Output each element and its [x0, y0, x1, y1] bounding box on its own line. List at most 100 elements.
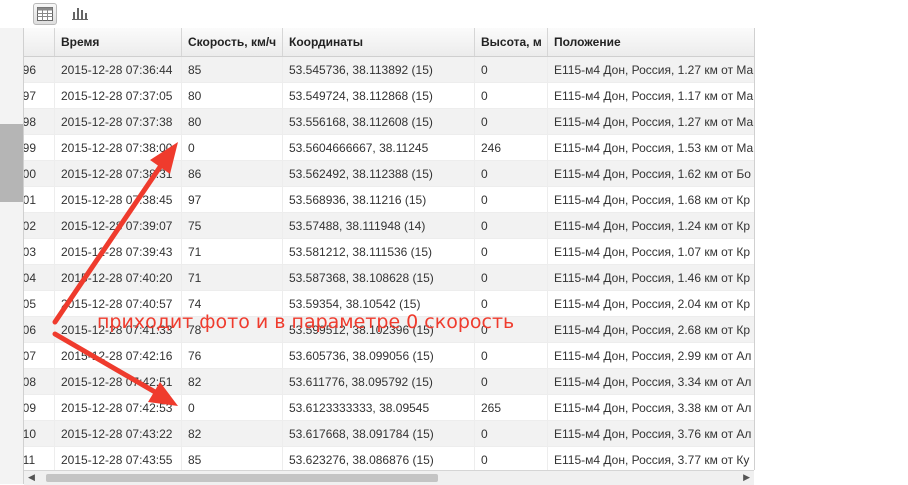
header-index[interactable]: [24, 28, 55, 56]
cell-index: 598: [24, 109, 55, 135]
cell-altitude: 0: [475, 239, 548, 265]
cell-altitude: 0: [475, 161, 548, 187]
cell-altitude: 0: [475, 343, 548, 369]
header-location[interactable]: Положение: [548, 28, 754, 56]
cell-index: 608: [24, 369, 55, 395]
cell-altitude: 0: [475, 109, 548, 135]
cell-index: 600: [24, 161, 55, 187]
table-row[interactable]: 6112015-12-28 07:43:558553.623276, 38.08…: [24, 447, 754, 470]
cell-time: 2015-12-28 07:43:22: [55, 421, 182, 447]
cell-speed: 75: [182, 213, 283, 239]
annotation-text: приходит фото и в параметре 0 скорость: [97, 311, 515, 333]
table-row[interactable]: 6102015-12-28 07:43:228253.617668, 38.09…: [24, 421, 754, 447]
cell-index: 601: [24, 187, 55, 213]
cell-speed: 0: [182, 395, 283, 421]
scroll-left-icon[interactable]: ◀: [28, 472, 35, 483]
horizontal-scrollbar[interactable]: ◀ ▶: [24, 470, 754, 485]
header-speed[interactable]: Скорость, км/ч: [182, 28, 283, 56]
cell-coordinates: 53.605736, 38.099056 (15): [283, 343, 475, 369]
cell-speed: 80: [182, 83, 283, 109]
cell-location: E115-м4 Дон, Россия, 1.17 км от Ма: [554, 89, 754, 103]
cell-location: E115-м4 Дон, Россия, 2.99 км от Ал: [554, 349, 752, 363]
cell-altitude: 0: [475, 213, 548, 239]
scrollbar-thumb[interactable]: [46, 474, 438, 482]
cell-index: 605: [24, 291, 55, 317]
cell-time: 2015-12-28 07:42:16: [55, 343, 182, 369]
table-row[interactable]: 5972015-12-28 07:37:058053.549724, 38.11…: [24, 83, 754, 109]
cell-index: 610: [24, 421, 55, 447]
cell-speed: 97: [182, 187, 283, 213]
cell-speed: 86: [182, 161, 283, 187]
cell-location: E115-м4 Дон, Россия, 1.07 км от Кр: [554, 245, 751, 259]
cell-location: E115-м4 Дон, Россия, 1.27 км от Ма: [554, 115, 754, 129]
cell-time: 2015-12-28 07:42:51: [55, 369, 182, 395]
cell-location: E115-м4 Дон, Россия, 3.38 км от Ал: [554, 401, 752, 415]
scroll-right-icon[interactable]: ▶: [743, 472, 750, 483]
chart-view-button[interactable]: [69, 3, 91, 23]
header-altitude[interactable]: Высота, м: [475, 28, 548, 56]
cell-location: E115-м4 Дон, Россия, 1.68 км от Кр: [554, 193, 751, 207]
cell-speed: 0: [182, 135, 283, 161]
cell-speed: 71: [182, 239, 283, 265]
table-row[interactable]: 6072015-12-28 07:42:167653.605736, 38.09…: [24, 343, 754, 369]
cell-speed: 76: [182, 343, 283, 369]
cell-coordinates: 53.562492, 38.112388 (15): [283, 161, 475, 187]
cell-coordinates: 53.57488, 38.111948 (14): [283, 213, 475, 239]
cell-speed: 82: [182, 421, 283, 447]
cell-index: 604: [24, 265, 55, 291]
cell-index: 609: [24, 395, 55, 421]
cell-time: 2015-12-28 07:43:55: [55, 447, 182, 470]
cell-location: E115-м4 Дон, Россия, 1.53 км от Ма: [554, 141, 754, 155]
table-row[interactable]: 6092015-12-28 07:42:53053.6123333333, 38…: [24, 395, 754, 421]
cell-coordinates: 53.6123333333, 38.09545: [283, 395, 475, 421]
cell-index: 596: [24, 57, 55, 83]
cell-time: 2015-12-28 07:42:53: [55, 395, 182, 421]
cell-time: 2015-12-28 07:38:45: [55, 187, 182, 213]
cell-time: 2015-12-28 07:39:43: [55, 239, 182, 265]
cell-coordinates: 53.549724, 38.112868 (15): [283, 83, 475, 109]
table-row[interactable]: 6082015-12-28 07:42:518253.611776, 38.09…: [24, 369, 754, 395]
cell-time: 2015-12-28 07:38:00: [55, 135, 182, 161]
table-row[interactable]: 5992015-12-28 07:38:00053.5604666667, 38…: [24, 135, 754, 161]
cell-location: E115-м4 Дон, Россия, 3.76 км от Ал: [554, 427, 752, 441]
table-row[interactable]: 6022015-12-28 07:39:077553.57488, 38.111…: [24, 213, 754, 239]
table-view-button[interactable]: [33, 3, 57, 25]
table-view-icon: [37, 7, 53, 21]
cell-index: 597: [24, 83, 55, 109]
cell-altitude: 0: [475, 57, 548, 83]
cell-time: 2015-12-28 07:39:07: [55, 213, 182, 239]
cell-speed: 85: [182, 57, 283, 83]
toolbar: [0, 0, 908, 28]
cell-time: 2015-12-28 07:38:31: [55, 161, 182, 187]
cell-index: 599: [24, 135, 55, 161]
cell-location: E115-м4 Дон, Россия, 2.04 км от Кр: [554, 297, 751, 311]
cell-speed: 80: [182, 109, 283, 135]
cell-time: 2015-12-28 07:37:38: [55, 109, 182, 135]
cell-location: E115-м4 Дон, Россия, 3.34 км от Ал: [554, 375, 752, 389]
table-row[interactable]: 6042015-12-28 07:40:207153.587368, 38.10…: [24, 265, 754, 291]
bar-chart-icon: [72, 8, 88, 20]
cell-index: 611: [24, 447, 55, 470]
table-row[interactable]: 5962015-12-28 07:36:448553.545736, 38.11…: [24, 57, 754, 83]
table-row[interactable]: 6002015-12-28 07:38:318653.562492, 38.11…: [24, 161, 754, 187]
cell-location: E115-м4 Дон, Россия, 1.24 км от Кр: [554, 219, 751, 233]
cell-speed: 71: [182, 265, 283, 291]
table-row[interactable]: 5982015-12-28 07:37:388053.556168, 38.11…: [24, 109, 754, 135]
cell-altitude: 0: [475, 447, 548, 470]
table-row[interactable]: 6032015-12-28 07:39:437153.581212, 38.11…: [24, 239, 754, 265]
header-time[interactable]: Время: [55, 28, 182, 56]
cell-location: E115-м4 Дон, Россия, 1.46 км от Кр: [554, 271, 751, 285]
table-row[interactable]: 6012015-12-28 07:38:459753.568936, 38.11…: [24, 187, 754, 213]
cell-time: 2015-12-28 07:37:05: [55, 83, 182, 109]
cell-location: E115-м4 Дон, Россия, 2.68 км от Кр: [554, 323, 751, 337]
cell-index: 606: [24, 317, 55, 343]
cell-coordinates: 53.617668, 38.091784 (15): [283, 421, 475, 447]
cell-altitude: 0: [475, 421, 548, 447]
cell-coordinates: 53.545736, 38.113892 (15): [283, 57, 475, 83]
cell-coordinates: 53.611776, 38.095792 (15): [283, 369, 475, 395]
cell-altitude: 0: [475, 265, 548, 291]
data-table: Время Скорость, км/ч Координаты Высота, …: [24, 28, 755, 470]
cell-coordinates: 53.587368, 38.108628 (15): [283, 265, 475, 291]
header-coordinates[interactable]: Координаты: [283, 28, 475, 56]
cell-index: 603: [24, 239, 55, 265]
